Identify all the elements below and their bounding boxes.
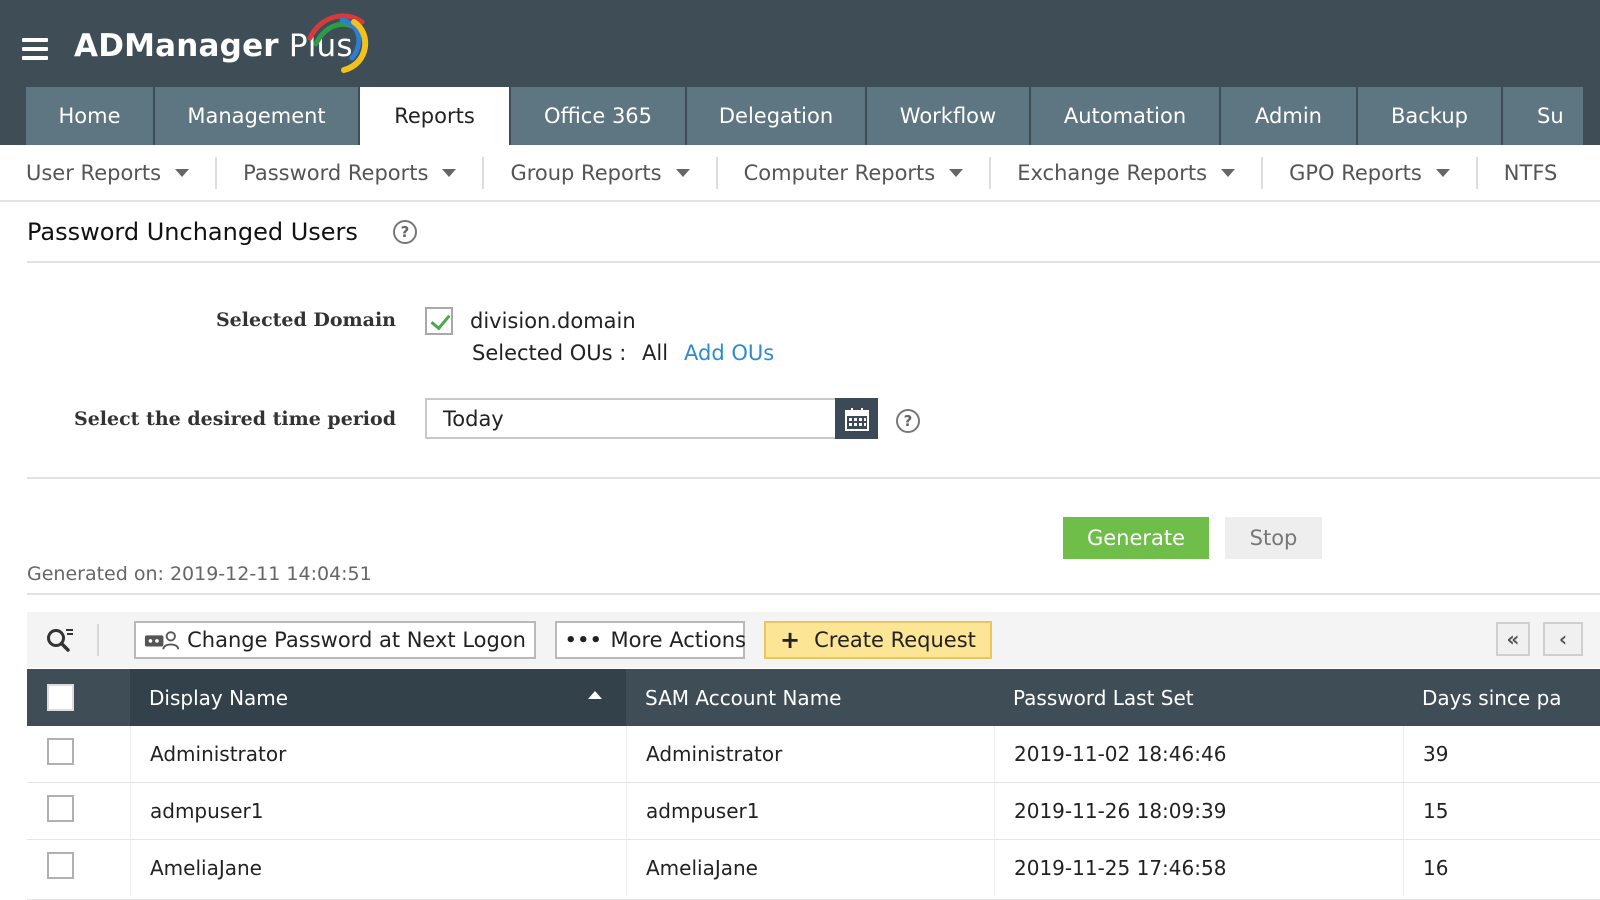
report-toolbar: Change Password at Next Logon ••• More A… <box>27 612 1600 668</box>
cell-days-since: 15 <box>1403 783 1600 839</box>
calendar-button[interactable] <box>835 398 878 439</box>
tab-management[interactable]: Management <box>155 87 358 145</box>
time-period-label: Select the desired time period <box>73 408 396 430</box>
app-header: ADManager Plus Home Management Reports O… <box>0 0 1600 145</box>
change-password-next-logon-button[interactable]: Change Password at Next Logon <box>134 621 536 659</box>
subnav-password-reports[interactable]: Password Reports <box>217 156 485 189</box>
previous-page-icon[interactable]: ‹ <box>1543 622 1583 656</box>
calendar-icon <box>844 407 869 431</box>
domain-checkbox[interactable] <box>425 307 453 335</box>
main-nav-tabs: Home Management Reports Office 365 Deleg… <box>26 87 1585 145</box>
cell-sam-account-name: Administrator <box>626 726 994 782</box>
time-period-value: Today <box>443 407 504 431</box>
cell-days-since: 16 <box>1403 840 1600 896</box>
caret-down-icon <box>1435 168 1450 177</box>
more-actions-button[interactable]: ••• More Actions <box>555 621 746 659</box>
select-all-cell <box>27 669 130 726</box>
column-password-last-set[interactable]: Password Last Set <box>994 669 1403 726</box>
caret-down-icon <box>175 168 190 177</box>
cell-password-last-set: 2019-11-02 18:46:46 <box>994 726 1403 782</box>
plus-icon: + <box>780 626 801 654</box>
cell-password-last-set: 2019-11-26 18:09:39 <box>994 783 1403 839</box>
subnav-computer-reports[interactable]: Computer Reports <box>718 156 992 189</box>
stop-button[interactable]: Stop <box>1225 517 1322 559</box>
tab-home[interactable]: Home <box>26 87 153 145</box>
tab-reports[interactable]: Reports <box>360 87 509 145</box>
column-days-since-password[interactable]: Days since pa <box>1403 669 1600 726</box>
tab-automation[interactable]: Automation <box>1031 87 1219 145</box>
selected-ous-value: All <box>642 341 669 365</box>
cell-days-since: 39 <box>1403 726 1600 782</box>
results-divider <box>27 593 1600 595</box>
caret-down-icon <box>675 168 690 177</box>
table-header: Display Name SAM Account Name Password L… <box>27 669 1600 726</box>
title-divider <box>27 261 1600 263</box>
table-row[interactable]: Administrator Administrator 2019-11-02 1… <box>27 726 1600 783</box>
tab-delegation[interactable]: Delegation <box>687 87 865 145</box>
period-help-icon[interactable]: ? <box>896 409 920 433</box>
reports-subnav: User Reports Password Reports Group Repo… <box>0 145 1600 202</box>
form-divider <box>27 477 1600 479</box>
cell-sam-account-name: admpuser1 <box>626 783 994 839</box>
search-filter-icon[interactable] <box>45 626 75 658</box>
help-icon[interactable]: ? <box>393 220 417 244</box>
app-logo[interactable]: ADManager Plus <box>74 13 369 78</box>
selected-ous-label: Selected OUs : <box>472 341 627 365</box>
subnav-user-reports[interactable]: User Reports <box>0 156 218 189</box>
cell-sam-account-name: AmeliaJane <box>626 840 994 896</box>
caret-down-icon <box>1221 168 1236 177</box>
column-display-name[interactable]: Display Name <box>130 669 626 726</box>
subnav-gpo-reports[interactable]: GPO Reports <box>1263 156 1478 189</box>
generated-on-text: Generated on: 2019-12-11 14:04:51 <box>27 563 372 585</box>
subnav-ntfs-reports[interactable]: NTFS <box>1478 157 1584 189</box>
ellipsis-icon: ••• <box>565 629 603 651</box>
caret-down-icon <box>949 168 964 177</box>
domain-value: division.domain <box>470 309 636 333</box>
row-checkbox[interactable] <box>47 852 74 879</box>
table-row[interactable]: AmeliaJane AmeliaJane 2019-11-25 17:46:5… <box>27 840 1600 900</box>
caret-down-icon <box>442 168 457 177</box>
row-select-cell <box>27 840 130 896</box>
select-all-checkbox[interactable] <box>47 684 74 711</box>
cell-display-name: Administrator <box>130 726 626 782</box>
create-request-button[interactable]: + Create Request <box>764 621 992 659</box>
row-select-cell <box>27 726 130 782</box>
hamburger-menu-icon[interactable] <box>22 38 48 60</box>
time-period-input[interactable]: Today <box>425 398 878 439</box>
row-checkbox[interactable] <box>47 738 74 765</box>
tab-admin[interactable]: Admin <box>1221 87 1356 145</box>
column-sam-account-name[interactable]: SAM Account Name <box>626 669 994 726</box>
tab-workflow[interactable]: Workflow <box>867 87 1029 145</box>
first-page-icon[interactable]: « <box>1496 622 1530 656</box>
selected-domain-label: Selected Domain <box>215 309 396 331</box>
subnav-exchange-reports[interactable]: Exchange Reports <box>991 156 1264 189</box>
toolbar-separator <box>97 624 99 656</box>
page-title: Password Unchanged Users <box>27 218 358 246</box>
add-ous-link[interactable]: Add OUs <box>684 341 774 365</box>
row-select-cell <box>27 783 130 839</box>
subnav-group-reports[interactable]: Group Reports <box>484 156 718 189</box>
user-password-icon <box>144 631 180 650</box>
tab-office-365[interactable]: Office 365 <box>511 87 685 145</box>
generate-button[interactable]: Generate <box>1063 517 1209 559</box>
cell-password-last-set: 2019-11-25 17:46:58 <box>994 840 1403 896</box>
cell-display-name: admpuser1 <box>130 783 626 839</box>
tab-support[interactable]: Su <box>1503 87 1583 145</box>
table-row[interactable]: admpuser1 admpuser1 2019-11-26 18:09:39 … <box>27 783 1600 840</box>
sort-ascending-icon <box>588 691 602 699</box>
logo-arcs-icon <box>307 13 369 73</box>
row-checkbox[interactable] <box>47 795 74 822</box>
cell-display-name: AmeliaJane <box>130 840 626 896</box>
tab-backup[interactable]: Backup <box>1358 87 1501 145</box>
